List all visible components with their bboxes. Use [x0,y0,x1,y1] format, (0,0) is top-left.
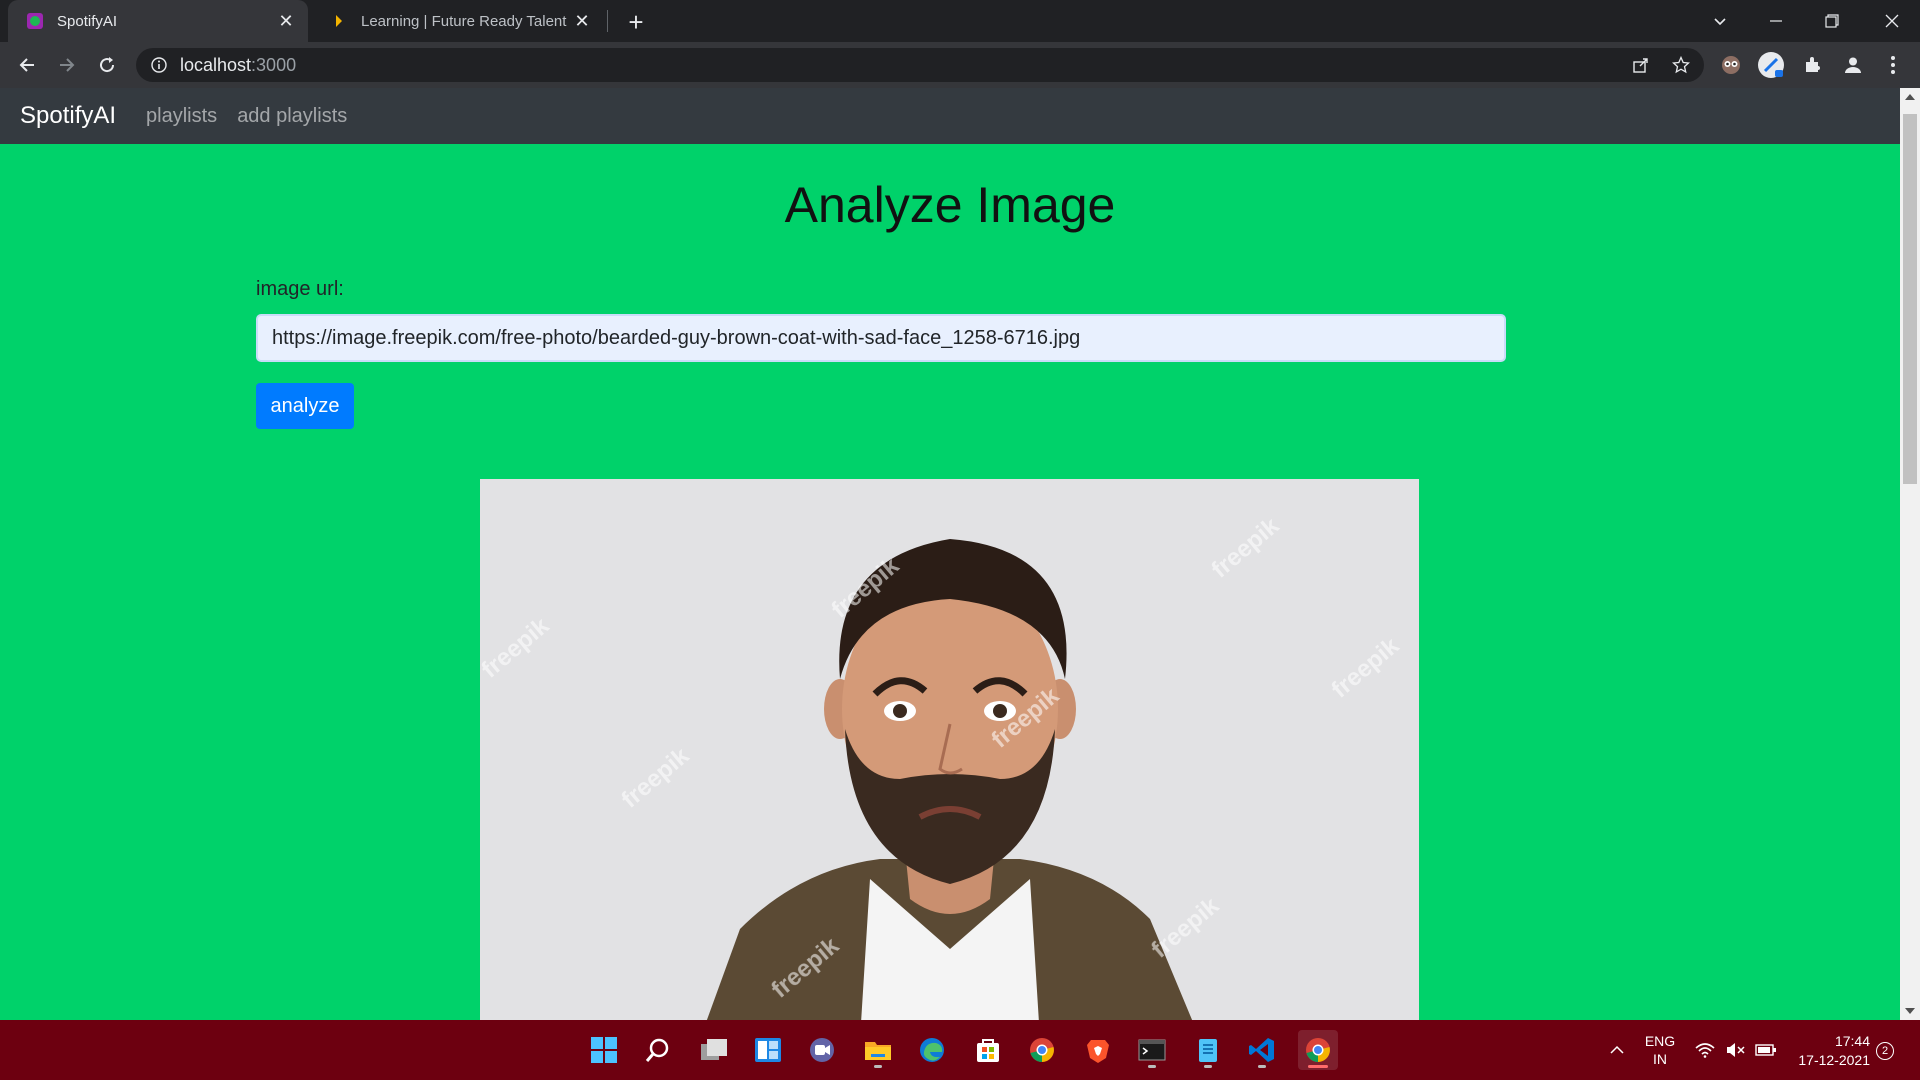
tab-future-ready[interactable]: Learning | Future Ready Talent ✕ [312,0,604,42]
browser-toolbar: localhost:3000 [0,42,1920,88]
tab-title: Learning | Future Ready Talent [361,12,567,30]
profile-icon[interactable] [1836,48,1870,82]
close-tab-icon[interactable]: ✕ [274,9,298,33]
navbar-brand[interactable]: SpotifyAI [20,102,116,130]
portrait-illustration: freepik freepik freepik freepik freepik … [480,479,1419,1020]
menu-kebab-icon[interactable] [1876,48,1910,82]
store-icon[interactable] [968,1030,1008,1070]
chrome-icon[interactable] [1298,1030,1338,1070]
tab-search-chevron-icon[interactable] [1692,0,1748,42]
image-url-label: image url: [256,278,344,300]
widgets-icon[interactable] [748,1030,788,1070]
site-info-icon[interactable] [150,56,168,74]
spotifyai-favicon-icon [25,11,45,31]
tab-title: SpotifyAI [57,12,118,30]
tab-separator [607,10,608,32]
search-icon[interactable] [638,1030,678,1070]
analyzed-image: freepik freepik freepik freepik freepik … [480,479,1419,1020]
future-ready-favicon-icon [329,11,349,31]
wifi-icon[interactable] [1692,1020,1718,1080]
app-navbar: SpotifyAI playlists add playlists [0,88,1900,144]
scroll-up-icon[interactable] [1905,94,1915,100]
scroll-thumb[interactable] [1903,114,1917,484]
close-tab-icon[interactable]: ✕ [570,9,594,33]
reload-icon[interactable] [90,48,124,82]
language-code: ENG [1644,1033,1676,1049]
new-tab-button[interactable]: + [620,7,652,37]
notification-badge[interactable]: 2 [1876,1042,1894,1060]
task-view-icon[interactable] [694,1030,734,1070]
clock-date: 17-12-2021 [1798,1052,1870,1068]
share-icon[interactable] [1624,48,1658,82]
forward-arrow-icon[interactable] [50,48,84,82]
chrome-icon[interactable] [1022,1030,1062,1070]
region-code: IN [1653,1051,1667,1067]
bookmark-star-icon[interactable] [1664,48,1698,82]
tab-spotifyai[interactable]: SpotifyAI ✕ [8,0,308,42]
vscode-icon[interactable] [1242,1030,1282,1070]
running-indicator [1204,1065,1212,1068]
image-url-input[interactable] [256,314,1506,362]
close-window-icon[interactable] [1864,0,1920,42]
teams-chat-icon[interactable] [802,1030,842,1070]
taskbar: ENG IN 17:44 17-12-2021 2 [0,1020,1920,1080]
extension-owl-icon[interactable] [1714,48,1748,82]
page-scrollbar[interactable] [1900,88,1920,1020]
brave-icon[interactable] [1078,1030,1118,1070]
terminal-icon[interactable] [1132,1030,1172,1070]
url-text: localhost:3000 [180,55,296,76]
minimize-icon[interactable] [1748,0,1804,42]
clock-time: 17:44 [1834,1033,1870,1049]
notepad-icon[interactable] [1188,1030,1228,1070]
scroll-down-icon[interactable] [1905,1008,1915,1014]
file-explorer-icon[interactable] [858,1030,898,1070]
running-indicator [874,1065,882,1068]
url-port: :3000 [251,54,297,75]
tray-chevron-up-icon[interactable] [1602,1020,1632,1080]
url-host: localhost [180,54,252,75]
edge-icon[interactable] [912,1030,952,1070]
extension-avatar-icon[interactable] [1754,48,1788,82]
volume-muted-icon[interactable] [1722,1020,1748,1080]
address-bar[interactable]: localhost:3000 [136,48,1704,82]
page-title: Analyze Image [784,177,1116,233]
restore-icon[interactable] [1804,0,1860,42]
active-indicator [1308,1065,1328,1068]
language-indicator[interactable]: ENG IN [1640,1032,1680,1068]
system-clock[interactable]: 17:44 17-12-2021 [1790,1032,1870,1070]
analyze-button[interactable]: analyze [256,383,354,429]
extensions-puzzle-icon[interactable] [1796,48,1830,82]
running-indicator [1258,1065,1266,1068]
windows-start-icon[interactable] [584,1030,624,1070]
back-arrow-icon[interactable] [10,48,44,82]
running-indicator [1148,1065,1156,1068]
battery-icon[interactable] [1752,1020,1780,1080]
nav-link-playlists[interactable]: playlists [146,105,217,128]
page-viewport: SpotifyAI playlists add playlists Analyz… [0,88,1920,1020]
nav-link-add-playlists[interactable]: add playlists [237,105,347,128]
browser-tab-strip: SpotifyAI ✕ Learning | Future Ready Tale… [0,0,1920,42]
